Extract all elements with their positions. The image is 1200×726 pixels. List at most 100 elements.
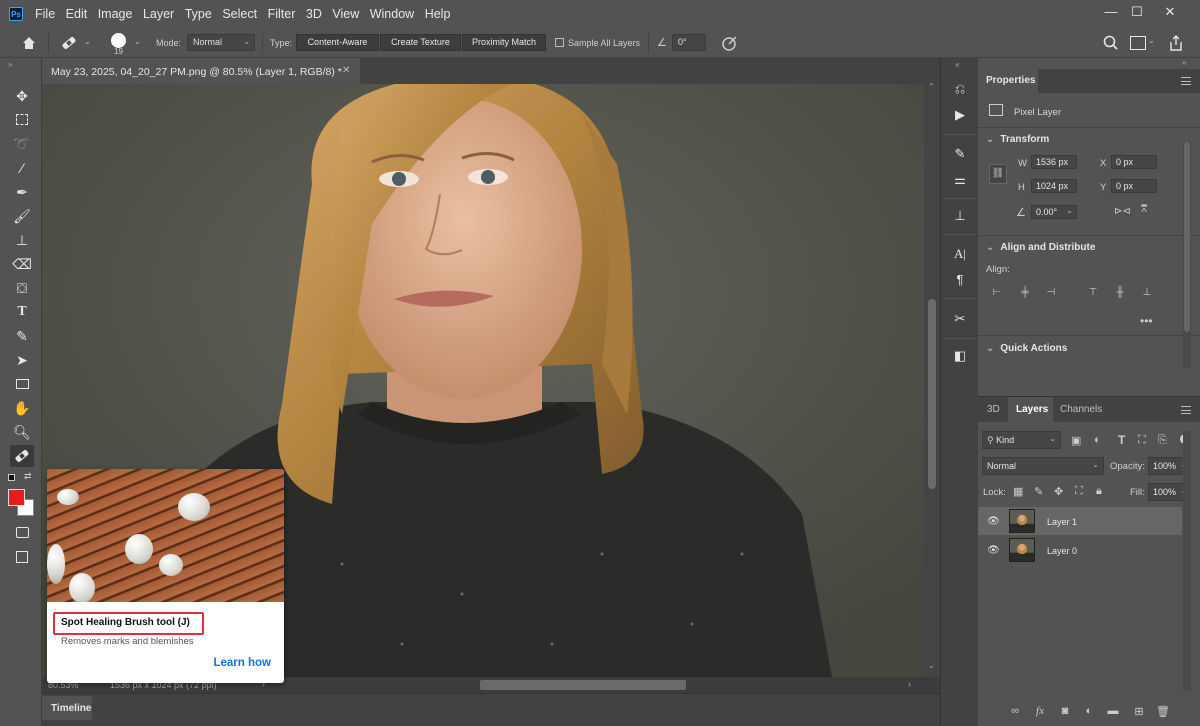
- default-colors-icon[interactable]: [8, 474, 15, 481]
- filter-shape-icon[interactable]: ⛶: [1138, 434, 1146, 447]
- link-layers-icon[interactable]: ∞: [1008, 705, 1022, 717]
- share-icon[interactable]: [1168, 34, 1184, 52]
- scroll-up-icon[interactable]: ⌃: [928, 82, 935, 91]
- chevron-down-icon[interactable]: ⌄: [84, 37, 91, 46]
- quick-mask-icon[interactable]: [10, 522, 34, 544]
- character-icon[interactable]: A|: [949, 243, 971, 265]
- brush-size-preview[interactable]: [111, 33, 126, 48]
- sample-all-layers-checkbox[interactable]: [555, 38, 564, 47]
- hand-tool-icon[interactable]: ✋: [10, 397, 34, 419]
- height-field[interactable]: 1024 px: [1031, 179, 1077, 193]
- tab-layers[interactable]: Layers: [1016, 404, 1048, 415]
- lasso-tool-icon[interactable]: ➰: [10, 133, 34, 155]
- lock-image-icon[interactable]: ✎: [1034, 485, 1043, 498]
- x-field[interactable]: 0 px: [1111, 155, 1157, 169]
- workspace-icon[interactable]: [1130, 36, 1146, 50]
- vertical-scrollbar[interactable]: ⌃ ⌄: [924, 82, 940, 677]
- clone-stamp-tool-icon[interactable]: ⊥: [10, 229, 34, 251]
- eraser-tool-icon[interactable]: ⌫: [10, 253, 34, 275]
- document-tab[interactable]: May 23, 2025, 04_20_27 PM.png @ 80.5% (L…: [42, 58, 360, 84]
- timeline-tab[interactable]: Timeline: [42, 696, 92, 720]
- scroll-right-icon[interactable]: ›: [908, 679, 911, 689]
- scroll-down-icon[interactable]: ⌄: [928, 661, 935, 670]
- brush-tool-icon[interactable]: 🖌: [10, 205, 34, 227]
- lock-artboard-icon[interactable]: ⛶: [1075, 485, 1083, 498]
- clone-source-icon[interactable]: ⊥: [949, 205, 971, 227]
- filter-adjustment-icon[interactable]: ◐: [1094, 434, 1101, 446]
- chevron-down-icon[interactable]: ⌄: [134, 37, 141, 46]
- tab-channels[interactable]: Channels: [1060, 404, 1102, 415]
- eyedropper-tool-icon[interactable]: ✒: [10, 181, 34, 203]
- menu-help[interactable]: Help: [425, 7, 451, 21]
- lock-transparent-icon[interactable]: ▦: [1013, 485, 1023, 498]
- tab-properties[interactable]: Properties: [978, 69, 1038, 93]
- quick-actions-heading[interactable]: ⌄ Quick Actions: [986, 343, 1067, 354]
- magic-wand-tool-icon[interactable]: ⁄: [10, 157, 34, 179]
- menu-filter[interactable]: Filter: [268, 7, 296, 21]
- y-field[interactable]: 0 px: [1111, 179, 1157, 193]
- spot-healing-brush-preset-icon[interactable]: [58, 33, 80, 53]
- path-selection-tool-icon[interactable]: ➤: [10, 349, 34, 371]
- align-right-icon[interactable]: ⊣: [1044, 287, 1058, 301]
- menu-select[interactable]: Select: [222, 7, 257, 21]
- horizontal-scroll-thumb[interactable]: [480, 680, 686, 690]
- create-texture-button[interactable]: Create Texture: [380, 34, 461, 51]
- align-center-vertical-icon[interactable]: ╫: [1113, 287, 1127, 301]
- menu-3d[interactable]: 3D: [306, 7, 322, 21]
- rectangle-tool-icon[interactable]: [10, 373, 34, 395]
- angle-field[interactable]: 0.00° ⌄: [1031, 205, 1077, 219]
- visibility-eye-icon[interactable]: 👁︎: [987, 545, 1000, 556]
- chevron-down-icon[interactable]: ⌄: [1148, 36, 1155, 45]
- flip-vertical-icon[interactable]: ⩞: [1141, 204, 1147, 215]
- home-icon[interactable]: [20, 34, 38, 52]
- width-field[interactable]: 1536 px: [1031, 155, 1077, 169]
- align-center-horizontal-icon[interactable]: ╪: [1018, 287, 1032, 301]
- fx-icon[interactable]: fx: [1033, 705, 1047, 717]
- close-window-button[interactable]: ✕: [1155, 2, 1185, 22]
- pressure-size-icon[interactable]: [721, 34, 739, 52]
- scroll-thumb[interactable]: [928, 299, 936, 489]
- align-distribute-heading[interactable]: ⌄ Align and Distribute: [986, 242, 1095, 253]
- transform-heading[interactable]: ⌄ Transform: [986, 134, 1049, 145]
- mode-select[interactable]: Normal ⌄: [187, 34, 255, 51]
- content-aware-button[interactable]: Content-Aware: [296, 34, 379, 51]
- paint-bucket-tool-icon[interactable]: ⛋: [10, 277, 34, 299]
- panel-menu-icon[interactable]: [1181, 77, 1191, 85]
- history-icon[interactable]: ⎌: [949, 78, 971, 100]
- layer-row-layer-0[interactable]: 👁︎ Layer 0: [978, 536, 1182, 564]
- group-folder-icon[interactable]: ▬: [1106, 705, 1120, 717]
- spot-healing-brush-tool-icon[interactable]: [10, 445, 34, 467]
- filter-pixel-icon[interactable]: ▣: [1071, 434, 1081, 447]
- foreground-color-swatch[interactable]: [8, 489, 25, 506]
- actions-play-icon[interactable]: ▶: [949, 104, 971, 126]
- screen-mode-icon[interactable]: [10, 546, 34, 568]
- collapse-icon[interactable]: «: [955, 60, 959, 69]
- align-top-icon[interactable]: ⊤: [1086, 287, 1100, 301]
- angle-field[interactable]: 0°: [672, 34, 706, 51]
- menu-file[interactable]: File: [35, 7, 55, 21]
- menu-image[interactable]: Image: [98, 7, 133, 21]
- visibility-eye-icon[interactable]: 👁︎: [987, 516, 1000, 527]
- proximity-match-button[interactable]: Proximity Match: [462, 34, 546, 51]
- scroll-thumb[interactable]: [1184, 142, 1190, 332]
- layers-scrollbar[interactable]: [1183, 431, 1191, 691]
- maximize-button[interactable]: ☐: [1122, 2, 1152, 22]
- search-icon[interactable]: [1102, 34, 1120, 52]
- adjustment-layer-icon[interactable]: ◐: [1082, 705, 1096, 717]
- collapse-icon[interactable]: »: [8, 60, 12, 69]
- type-tool-icon[interactable]: T: [10, 301, 34, 323]
- tool-presets-icon[interactable]: ✂: [949, 308, 971, 330]
- menu-edit[interactable]: Edit: [66, 7, 88, 21]
- lock-position-icon[interactable]: ✥: [1054, 485, 1063, 498]
- align-bottom-icon[interactable]: ⊥: [1140, 287, 1154, 301]
- move-tool-icon[interactable]: ✥: [10, 85, 34, 107]
- add-mask-icon[interactable]: ◙: [1058, 705, 1072, 717]
- learn-how-link[interactable]: Learn how: [213, 657, 271, 669]
- panel-menu-icon[interactable]: [1181, 406, 1191, 414]
- menu-window[interactable]: Window: [370, 7, 414, 21]
- marquee-tool-icon[interactable]: [10, 109, 34, 131]
- layer-filter-kind-select[interactable]: ⚲ Kind ⌄: [982, 431, 1061, 449]
- align-left-icon[interactable]: ⊢: [990, 287, 1004, 301]
- lock-all-icon[interactable]: 🔒︎: [1096, 485, 1102, 498]
- swap-colors-icon[interactable]: ⇄: [24, 471, 32, 482]
